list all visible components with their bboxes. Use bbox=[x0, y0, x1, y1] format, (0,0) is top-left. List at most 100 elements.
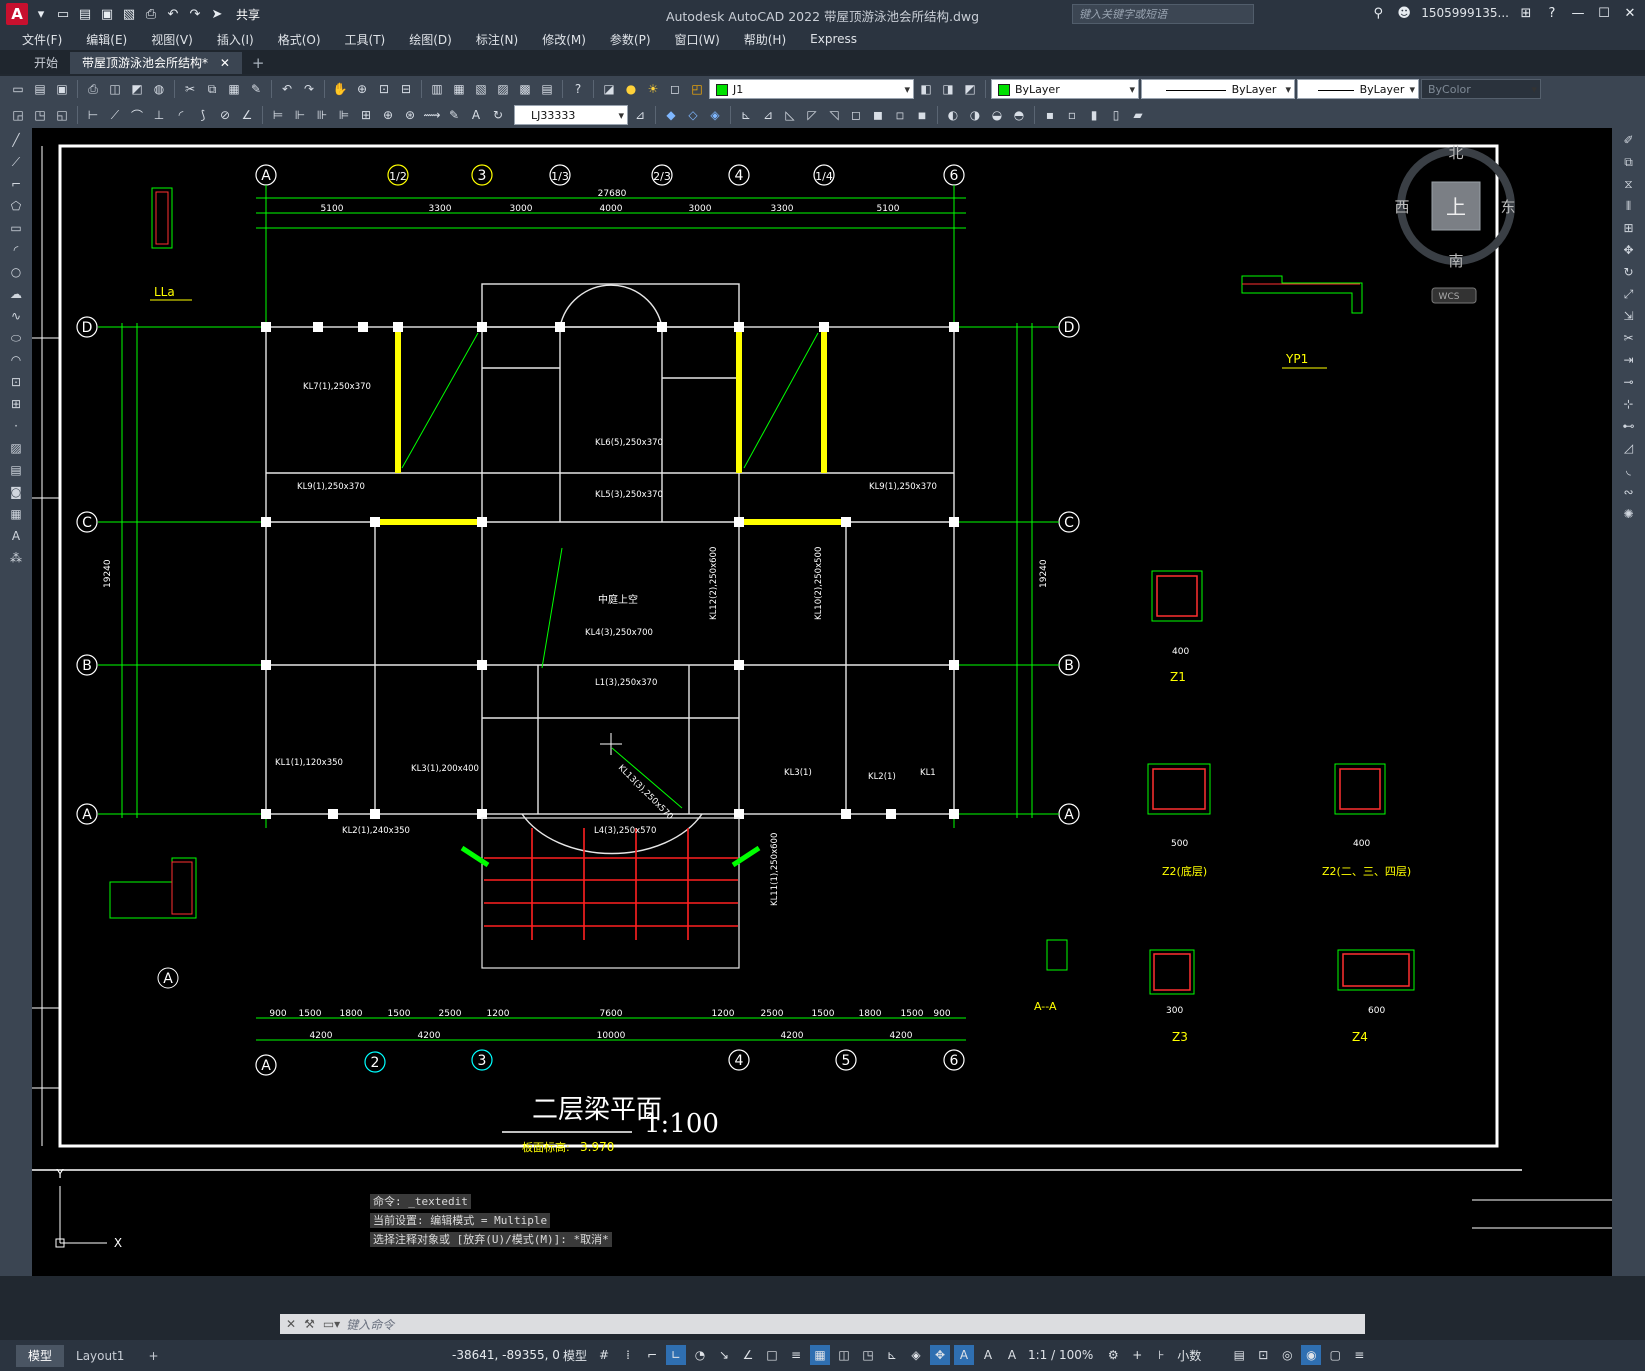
calculator-icon[interactable]: ▤ bbox=[537, 79, 557, 99]
layer-state-icon[interactable]: ◩ bbox=[960, 79, 980, 99]
rectangle-icon[interactable]: ▭ bbox=[5, 218, 27, 238]
isolate-objects-icon[interactable]: ◎ bbox=[1277, 1345, 1297, 1365]
object-snap-track-icon[interactable]: ∠ bbox=[738, 1345, 758, 1365]
view-left-icon[interactable]: ◈ bbox=[705, 105, 725, 125]
viewcube-north[interactable]: 北 bbox=[1448, 144, 1463, 162]
mtext-icon[interactable]: A bbox=[5, 526, 27, 546]
command-line[interactable]: ✕ ⚒ ▭▾ 键入命令 bbox=[280, 1314, 1365, 1334]
minimize-icon[interactable]: — bbox=[1569, 4, 1587, 22]
customization-icon[interactable]: ≡ bbox=[1349, 1345, 1369, 1365]
erase-icon[interactable]: ✐ bbox=[1618, 130, 1640, 150]
tab-close-icon[interactable]: ✕ bbox=[220, 56, 230, 70]
mirror-icon[interactable]: ⧖ bbox=[1618, 174, 1640, 194]
table-icon[interactable]: ▦ bbox=[5, 504, 27, 524]
dim-angular-icon[interactable]: ∠ bbox=[237, 105, 257, 125]
print-icon[interactable]: ⎙ bbox=[83, 79, 103, 99]
layer-tool-icon[interactable]: ◲ bbox=[8, 105, 28, 125]
ellipse-arc-icon[interactable]: ◠ bbox=[5, 350, 27, 370]
revcloud-icon[interactable]: ☁ bbox=[5, 284, 27, 304]
tool-e-icon[interactable]: ▰ bbox=[1128, 105, 1148, 125]
3d-osnap-icon[interactable]: ◳ bbox=[858, 1345, 878, 1365]
arc-icon[interactable]: ◜ bbox=[5, 240, 27, 260]
markup-icon[interactable]: ▩ bbox=[515, 79, 535, 99]
array-icon[interactable]: ⊞ bbox=[1618, 218, 1640, 238]
dim-linear-icon[interactable]: ⊢ bbox=[83, 105, 103, 125]
dim-radius-icon[interactable]: ◜ bbox=[171, 105, 191, 125]
continue-icon[interactable]: ⊪ bbox=[312, 105, 332, 125]
autocad-logo-icon[interactable]: A bbox=[6, 3, 28, 25]
annotation-scale-value[interactable]: 1:1 / 100% bbox=[1028, 1348, 1093, 1362]
visual-style-icon[interactable]: ◐ bbox=[943, 105, 963, 125]
rotate-icon[interactable]: ↻ bbox=[1618, 262, 1640, 282]
user-icon[interactable]: ☻ bbox=[1395, 4, 1413, 22]
viewcube-west[interactable]: 西 bbox=[1394, 198, 1409, 216]
copy-icon[interactable]: ⧉ bbox=[202, 79, 222, 99]
grid-icon[interactable]: # bbox=[594, 1345, 614, 1365]
tab-start[interactable]: 开始 bbox=[22, 52, 70, 74]
ucs-face-icon[interactable]: ◸ bbox=[802, 105, 822, 125]
ucs-object-icon[interactable]: ◹ bbox=[824, 105, 844, 125]
menu-tools[interactable]: 工具(T) bbox=[333, 31, 398, 48]
menu-view[interactable]: 视图(V) bbox=[139, 31, 205, 48]
plotstyle-dropdown[interactable]: ByColor bbox=[1421, 79, 1541, 100]
menu-window[interactable]: 窗口(W) bbox=[663, 31, 732, 48]
dimstyle-dropdown[interactable]: LJ33333 bbox=[514, 105, 628, 126]
ucs-z-icon[interactable]: ◽ bbox=[890, 105, 910, 125]
zoom-previous-icon[interactable]: ⊟ bbox=[396, 79, 416, 99]
spline-icon[interactable]: ∿ bbox=[5, 306, 27, 326]
realistic-icon[interactable]: ◒ bbox=[987, 105, 1007, 125]
dim-space-icon[interactable]: ⊫ bbox=[334, 105, 354, 125]
share-button[interactable]: 共享 bbox=[236, 6, 260, 23]
layer-tool2-icon[interactable]: ◳ bbox=[30, 105, 50, 125]
transparency-icon[interactable]: ▦ bbox=[810, 1345, 830, 1365]
cart-icon[interactable]: ⊞ bbox=[1517, 4, 1535, 22]
ellipse-icon[interactable]: ⬭ bbox=[5, 328, 27, 348]
layer-props-icon[interactable]: ◪ bbox=[599, 79, 619, 99]
publish-icon[interactable]: ◩ bbox=[127, 79, 147, 99]
redo-icon[interactable]: ↷ bbox=[186, 5, 204, 23]
lock-ui-icon[interactable]: ⊡ bbox=[1253, 1345, 1273, 1365]
new-icon[interactable]: ▭ bbox=[8, 79, 28, 99]
dim-diameter-icon[interactable]: ⊘ bbox=[215, 105, 235, 125]
menu-edit[interactable]: 编辑(E) bbox=[74, 31, 139, 48]
search-input[interactable]: 键入关键字或短语 bbox=[1072, 4, 1254, 24]
search-icon[interactable]: ⚲ bbox=[1369, 4, 1387, 22]
lock-icon[interactable]: ◰ bbox=[687, 79, 707, 99]
layer-tool3-icon[interactable]: ◱ bbox=[52, 105, 72, 125]
viewcube-top-face[interactable]: 上 bbox=[1446, 195, 1466, 219]
dim-update-icon[interactable]: ↻ bbox=[488, 105, 508, 125]
annotation-scale-icon[interactable]: A bbox=[1002, 1345, 1022, 1365]
gradient-icon[interactable]: ▤ bbox=[5, 460, 27, 480]
lineweight-dropdown[interactable]: ByLayer bbox=[1297, 79, 1419, 100]
tolerance-icon[interactable]: ⊞ bbox=[356, 105, 376, 125]
user-name[interactable]: 1505999135... bbox=[1421, 6, 1509, 20]
zoom-realtime-icon[interactable]: ⊕ bbox=[352, 79, 372, 99]
add-selected-icon[interactable]: ⁂ bbox=[5, 548, 27, 568]
layer-dropdown[interactable]: J1 bbox=[709, 79, 914, 100]
lightbulb-icon[interactable]: ● bbox=[621, 79, 641, 99]
break-icon[interactable]: ⊹ bbox=[1618, 394, 1640, 414]
ortho-icon[interactable]: ∟ bbox=[666, 1345, 686, 1365]
drawing-canvas[interactable]: A 1/2 3 1/3 2/3 4 1/4 6 27680 5100 3300 … bbox=[32, 128, 1612, 1276]
menu-insert[interactable]: 插入(I) bbox=[205, 31, 266, 48]
menu-parametric[interactable]: 参数(P) bbox=[598, 31, 663, 48]
jog-line-icon[interactable]: ⟿ bbox=[422, 105, 442, 125]
help-icon[interactable]: ? bbox=[568, 79, 588, 99]
blend-icon[interactable]: ∾ bbox=[1618, 482, 1640, 502]
auto-scale-icon[interactable]: A bbox=[978, 1345, 998, 1365]
dim-aligned-icon[interactable]: ⟋ bbox=[105, 105, 125, 125]
globe-icon[interactable]: ◍ bbox=[149, 79, 169, 99]
design-center-icon[interactable]: ▦ bbox=[449, 79, 469, 99]
properties-icon[interactable]: ▥ bbox=[427, 79, 447, 99]
scale-icon[interactable]: ⤢ bbox=[1618, 284, 1640, 304]
ucs-origin-icon[interactable]: ◼ bbox=[868, 105, 888, 125]
dim-text-edit-icon[interactable]: A bbox=[466, 105, 486, 125]
tool-d-icon[interactable]: ▯ bbox=[1106, 105, 1126, 125]
pan-icon[interactable]: ✋ bbox=[330, 79, 350, 99]
undo-icon[interactable]: ↶ bbox=[164, 5, 182, 23]
break-point-icon[interactable]: ⊸ bbox=[1618, 372, 1640, 392]
undo-icon[interactable]: ↶ bbox=[277, 79, 297, 99]
make-block-icon[interactable]: ⊞ bbox=[5, 394, 27, 414]
inspect-icon[interactable]: ⊛ bbox=[400, 105, 420, 125]
tool-c-icon[interactable]: ▮ bbox=[1084, 105, 1104, 125]
